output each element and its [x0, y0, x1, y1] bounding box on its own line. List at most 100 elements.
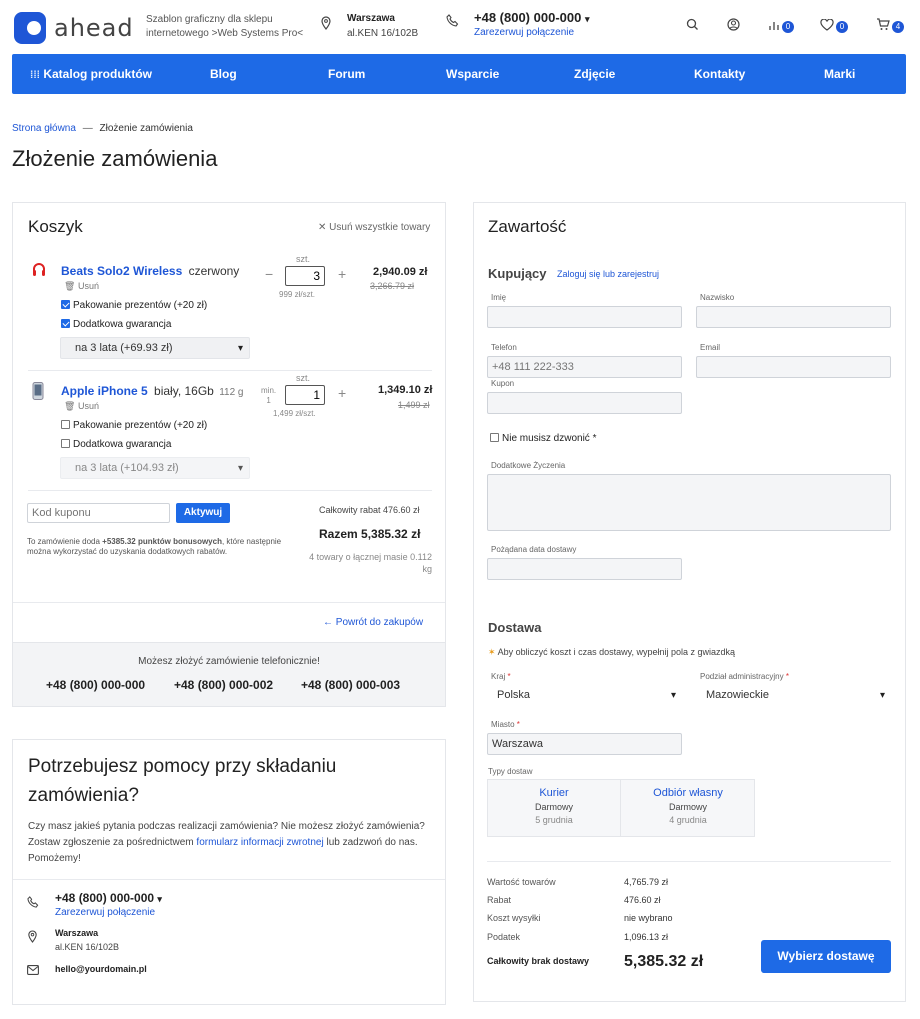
help-phone[interactable]: +48 (800) 000-000 ▾: [55, 891, 162, 905]
cart-item-1-name[interactable]: Beats Solo2 Wireless: [61, 264, 182, 278]
coupon-input[interactable]: [27, 503, 170, 523]
cart-item-2-warranty-select[interactable]: na 3 lata (+104.93 zł) ▾: [60, 457, 250, 479]
coupon-label: Kupon: [491, 379, 515, 388]
clear-cart-label[interactable]: Usuń wszystkie towary: [329, 222, 430, 233]
city-input[interactable]: [487, 733, 682, 755]
region-value[interactable]: Mazowieckie: [706, 689, 769, 701]
qty-increase-button[interactable]: +: [338, 385, 346, 401]
delivery-date-input[interactable]: [487, 558, 682, 580]
cart-total: Razem 5,385.32 zł: [319, 527, 421, 541]
cart-icon[interactable]: 4: [876, 18, 904, 34]
cart-item-1-warranty-select[interactable]: na 3 lata (+69.93 zł) ▾: [60, 337, 250, 359]
nav-item-forum[interactable]: Forum: [328, 67, 446, 81]
first-name-input[interactable]: [487, 306, 682, 328]
cart-item-1-warranty-option[interactable]: Dodatkowa gwarancja: [61, 319, 171, 330]
clear-cart-button[interactable]: ✕ Usuń wszystkie towary: [318, 222, 430, 233]
breadcrumb-home[interactable]: Strona główna: [12, 123, 76, 134]
checkbox-icon[interactable]: [61, 420, 70, 429]
reserve-call-link[interactable]: Zarezerwuj połączenie: [474, 27, 574, 38]
nav-item-contacts[interactable]: Kontakty: [694, 67, 824, 81]
chevron-down-icon[interactable]: ▾: [585, 14, 590, 24]
nav-item-catalog-label[interactable]: Katalog produktów: [43, 67, 152, 81]
user-icon[interactable]: [727, 18, 740, 34]
qty-increase-button[interactable]: +: [338, 266, 346, 282]
logo-text[interactable]: ahead: [54, 14, 134, 42]
checkbox-icon[interactable]: [490, 433, 499, 442]
order-phone-1[interactable]: +48 (800) 000-000: [46, 678, 145, 692]
help-title: Potrzebujesz pomocy przy składaniu zamów…: [28, 756, 337, 806]
phone-thumbnail[interactable]: [32, 382, 44, 403]
cart-item-2-warranty-value[interactable]: na 3 lata (+104.93 zł): [75, 462, 179, 474]
summary-goods-label: Wartość towarów: [487, 877, 556, 887]
headphones-thumbnail[interactable]: [32, 262, 46, 281]
order-phone-3[interactable]: +48 (800) 000-003: [301, 678, 400, 692]
feedback-form-link[interactable]: formularz informacji zwrotnej: [196, 837, 323, 848]
cart-item-1-gift-option[interactable]: Pakowanie prezentów (+20 zł): [61, 300, 207, 311]
cart-item-2-gift-option[interactable]: Pakowanie prezentów (+20 zł): [61, 420, 207, 431]
search-icon[interactable]: [686, 18, 699, 34]
choose-delivery-button[interactable]: Wybierz dostawę: [761, 940, 891, 973]
cart-count-badge: 4: [892, 21, 904, 34]
delivery-type-courier[interactable]: Kurier Darmowy 5 grudnia: [488, 787, 620, 825]
wishes-textarea[interactable]: [487, 474, 891, 531]
back-to-shop-link[interactable]: ← Powrót do zakupów: [323, 617, 423, 628]
checkbox-icon[interactable]: [61, 439, 70, 448]
email-input[interactable]: [696, 356, 891, 378]
header-phone-number[interactable]: +48 (800) 000-000: [474, 10, 581, 25]
cart-item-1-remove-label[interactable]: Usuń: [78, 281, 99, 291]
compare-icon[interactable]: 0: [768, 18, 794, 34]
nav-item-support[interactable]: Wsparcie: [446, 67, 574, 81]
no-call-label[interactable]: Nie musisz dzwonić: [502, 433, 590, 444]
wishlist-icon[interactable]: 0: [820, 18, 848, 34]
checkbox-checked-icon[interactable]: [61, 319, 70, 328]
header-phone[interactable]: +48 (800) 000-000 ▾: [474, 10, 590, 25]
cart-item-1-gift-label[interactable]: Pakowanie prezentów (+20 zł): [73, 300, 207, 311]
cart-item-2-qty-input[interactable]: [285, 385, 325, 405]
buyer-title: Kupujący: [488, 266, 547, 281]
delivery-type-pickup-name[interactable]: Odbiór własny: [621, 787, 755, 799]
city-label-text: Miasto: [491, 720, 515, 729]
nav-item-catalog[interactable]: ⁞⁞⁞ Katalog produktów: [30, 67, 180, 81]
last-name-input[interactable]: [696, 306, 891, 328]
cart-item-2-warranty-label[interactable]: Dodatkowa gwarancja: [73, 439, 171, 450]
cart-item-2-remove[interactable]: 🗑 Usuń: [64, 401, 99, 412]
delivery-type-pickup[interactable]: Odbiór własny Darmowy 4 grudnia: [621, 787, 755, 825]
logo-icon[interactable]: [14, 12, 46, 44]
chevron-down-icon[interactable]: ▾: [157, 894, 162, 904]
checkbox-checked-icon[interactable]: [61, 300, 70, 309]
country-value[interactable]: Polska: [497, 689, 530, 701]
help-email[interactable]: hello@yourdomain.pl: [55, 964, 147, 974]
cart-item-1-remove[interactable]: 🗑 Usuń: [64, 281, 99, 292]
qty-decrease-button[interactable]: −: [265, 266, 273, 282]
summary-shipping-label: Koszt wysyłki: [487, 913, 541, 923]
coupon-code-input[interactable]: [487, 392, 682, 414]
phone-input[interactable]: [487, 356, 682, 378]
phone-icon: [446, 14, 459, 30]
cart-item-2-remove-label[interactable]: Usuń: [78, 401, 99, 411]
delivery-type-courier-name[interactable]: Kurier: [488, 787, 620, 799]
help-phone-number[interactable]: +48 (800) 000-000: [55, 891, 154, 905]
trash-icon: 🗑: [64, 401, 76, 411]
email-label: Email: [700, 343, 721, 352]
cart-item-1-warranty-value[interactable]: na 3 lata (+69.93 zł): [75, 342, 173, 354]
apply-coupon-button[interactable]: Aktywuj: [176, 503, 230, 523]
help-reserve-call-link[interactable]: Zarezerwuj połączenie: [55, 907, 155, 918]
nav-item-blog[interactable]: Blog: [210, 67, 328, 81]
login-link[interactable]: Zaloguj się lub zarejestruj: [557, 269, 659, 279]
cart-item-2-min-label: min.: [261, 386, 277, 395]
order-phone-2[interactable]: +48 (800) 000-002: [174, 678, 273, 692]
cart-item-2-old-price: 1,499 zł: [398, 400, 430, 410]
cart-item-2-name[interactable]: Apple iPhone 5: [61, 384, 148, 398]
no-call-checkbox[interactable]: Nie musisz dzwonić *: [490, 433, 597, 444]
delivery-type-pickup-date: 4 grudnia: [669, 815, 707, 825]
help-address: al.KEN 16/102B: [55, 942, 120, 952]
nav-item-photo[interactable]: Zdjęcie: [574, 67, 694, 81]
cart-item-2-gift-label[interactable]: Pakowanie prezentów (+20 zł): [73, 420, 207, 431]
cart-item-2-min-value: 1: [266, 396, 271, 405]
region-select[interactable]: Mazowieckie ▾: [696, 684, 891, 706]
cart-item-1-warranty-label[interactable]: Dodatkowa gwarancja: [73, 319, 171, 330]
cart-item-1-qty-input[interactable]: [285, 266, 325, 286]
country-select[interactable]: Polska ▾: [487, 684, 682, 706]
cart-item-2-warranty-option[interactable]: Dodatkowa gwarancja: [61, 439, 171, 450]
nav-item-brands[interactable]: Marki: [824, 67, 855, 81]
